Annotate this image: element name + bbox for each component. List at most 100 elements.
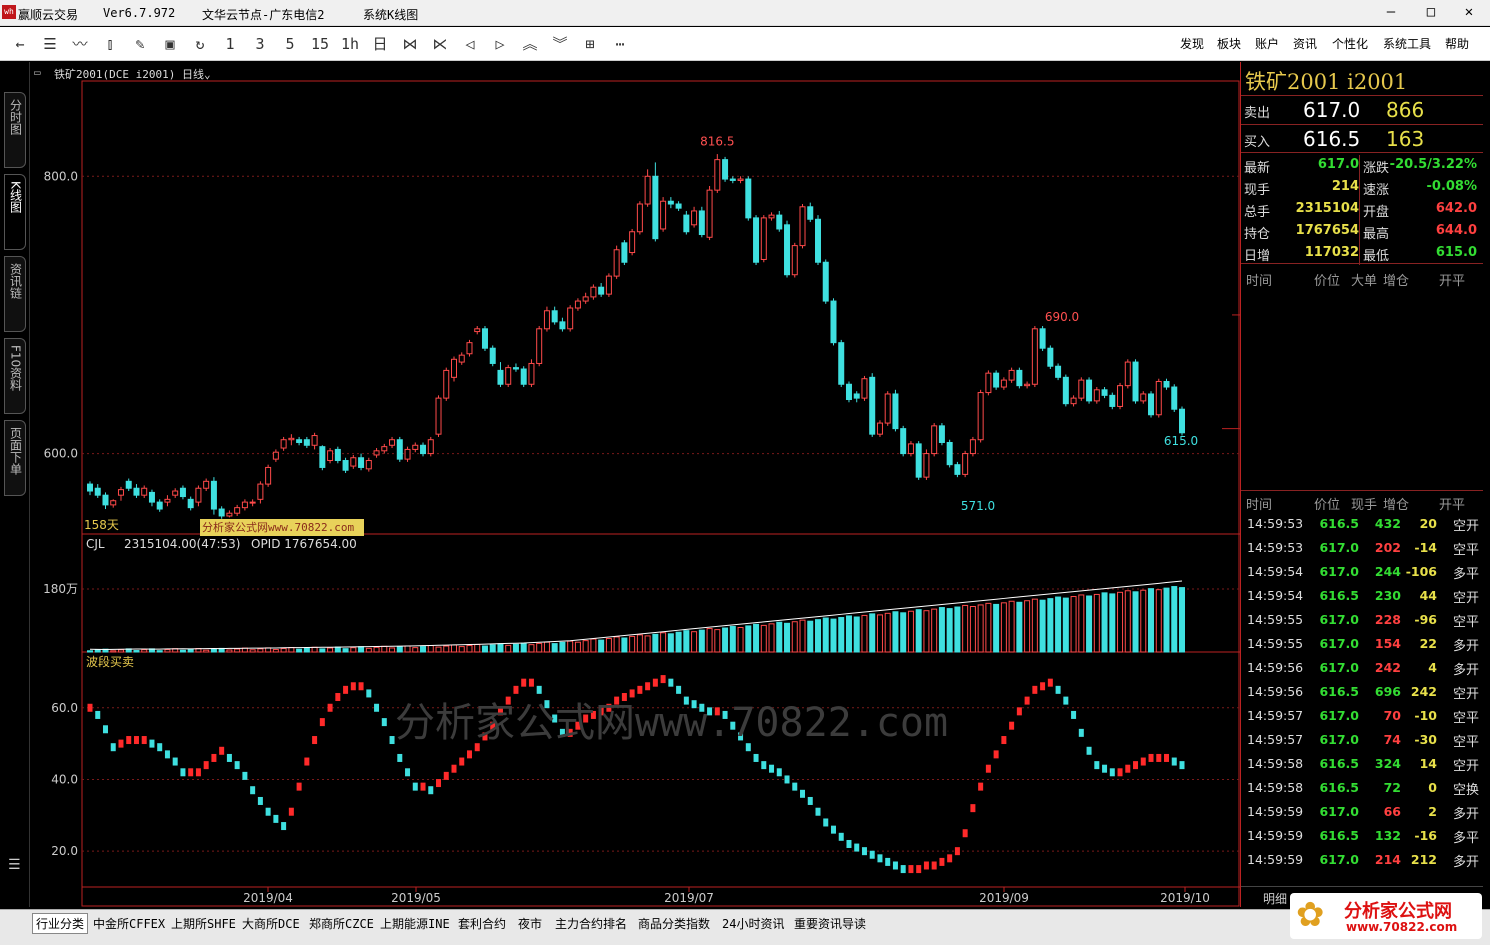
candle-body (613, 249, 620, 277)
wave-block (892, 861, 898, 870)
candle-body (853, 393, 860, 399)
volume-bar (915, 609, 922, 653)
bottom-tab[interactable]: 大商所DCE (242, 915, 300, 932)
bottom-tab[interactable]: 上期能源INE (380, 915, 450, 932)
candle-body (117, 489, 124, 496)
candle-body (722, 159, 729, 180)
candle-body (714, 159, 721, 191)
menu-account[interactable]: 账户 (1255, 35, 1279, 52)
maximize-icon[interactable]: □ (1420, 2, 1442, 22)
bottom-tab[interactable]: 24小时资讯 (722, 915, 784, 932)
candle-body (629, 231, 636, 254)
candles (87, 154, 1185, 519)
stat-label: 速涨 (1363, 183, 1390, 198)
tick-time: 14:59:56 (1247, 660, 1304, 675)
bottom-tab[interactable]: 重要资讯导读 (794, 915, 866, 932)
buy-volume: 163 (1386, 127, 1425, 151)
volume-bar (458, 646, 465, 653)
volume-bar (977, 604, 984, 653)
candle-body (474, 328, 481, 333)
volume-bar (993, 603, 1000, 653)
tick-row: 14:59:53 616.5 432 20 空开 (1241, 512, 1483, 536)
close-icon[interactable]: ✕ (1458, 2, 1480, 22)
scroll-right-icon[interactable]: ▷ (490, 33, 510, 55)
tick-type: 空开 (1453, 759, 1480, 774)
kline-chart[interactable]: 800.0 600.0 816.5 690.0 571.0 615.0 158天 CJL 231… (0, 62, 1240, 907)
down-icon[interactable]: ︾ (550, 33, 570, 55)
bottom-tab[interactable]: 套利合约 (458, 915, 506, 932)
layout-icon[interactable]: ⊞ (580, 33, 600, 55)
tick-time: 14:59:54 (1247, 588, 1304, 603)
volume-bar (1062, 597, 1069, 653)
wave-block (459, 757, 465, 766)
minimize-icon[interactable]: – (1380, 2, 1402, 22)
candle-body (559, 321, 566, 330)
candle-body (1124, 361, 1131, 387)
wave-block (528, 678, 534, 687)
bottom-tab[interactable]: 主力合约排名 (555, 915, 627, 932)
candle-body (590, 286, 597, 298)
tick-row: 14:59:58 616.5 324 14 空开 (1241, 752, 1483, 776)
volume-bar (582, 640, 589, 653)
menu-discover[interactable]: 发现 (1180, 35, 1204, 52)
refresh-icon[interactable]: ↻ (190, 33, 210, 55)
menu-personalize[interactable]: 个性化 (1332, 35, 1368, 52)
period-1-button[interactable]: 1 (220, 33, 240, 55)
wave-block (188, 768, 194, 777)
app-version: Ver6.7.972 (103, 6, 176, 20)
period-3-button[interactable]: 3 (250, 33, 270, 55)
candle-body (869, 376, 876, 435)
bottom-tab[interactable]: 商品分类指数 (638, 915, 710, 932)
list-icon[interactable]: ☰ (40, 33, 60, 55)
candle-body (1117, 385, 1124, 407)
tick-volume: 70 (1383, 708, 1401, 723)
column-header: 价位 (1314, 274, 1341, 289)
menu-help[interactable]: 帮助 (1445, 35, 1469, 52)
menu-news[interactable]: 资讯 (1293, 35, 1317, 52)
scroll-left-icon[interactable]: ◁ (460, 33, 480, 55)
more-icon[interactable]: ⋯ (610, 33, 630, 55)
detail-tab[interactable]: 明细 (1263, 890, 1287, 907)
up-icon[interactable]: ︽ (520, 33, 540, 55)
back-icon[interactable]: ← (10, 33, 30, 55)
tick-volume: 244 (1374, 564, 1401, 579)
bottom-tab[interactable]: 上期所SHFE (171, 915, 236, 932)
zoom-out-icon[interactable]: ⋉ (430, 33, 450, 55)
tick-row: 14:59:55 617.0 228 -96 空平 (1241, 608, 1483, 632)
wave-axis-label: 60.0 (51, 701, 78, 715)
wave-block (1071, 710, 1077, 719)
volume-bar (311, 646, 318, 653)
zoom-in-icon[interactable]: ⋈ (400, 33, 420, 55)
wave-block (652, 678, 658, 687)
period-1h-button[interactable]: 1h (340, 33, 360, 55)
tick-row: 14:59:59 616.5 132 -16 多平 (1241, 824, 1483, 848)
stat-label: 涨跌 (1363, 161, 1390, 176)
bottom-tab[interactable]: 行业分类 (32, 913, 89, 934)
save-icon[interactable]: ▣ (160, 33, 180, 55)
candle-body (838, 342, 845, 385)
candle-body (110, 500, 117, 506)
volume-bar (590, 638, 597, 653)
candle-body (1132, 361, 1139, 402)
period-5-button[interactable]: 5 (280, 33, 300, 55)
wave-block (908, 865, 914, 874)
bottom-tab[interactable]: 夜市 (518, 915, 542, 932)
stat-value: 1767654 (1295, 223, 1359, 238)
candle-icon[interactable]: ⫾ (100, 33, 120, 55)
wave-block (1109, 768, 1115, 777)
tick-oi-change: 22 (1419, 636, 1437, 651)
draw-icon[interactable]: ✎ (130, 33, 150, 55)
stat-label: 最新 (1244, 161, 1271, 176)
tick-price: 616.5 (1319, 828, 1359, 843)
bottom-tab[interactable]: 中金所CFFEX (93, 915, 165, 932)
period-15-button[interactable]: 15 (310, 33, 330, 55)
stat-value: 2315104 (1295, 201, 1359, 216)
tick-price: 617.0 (1319, 804, 1359, 819)
candle-body (141, 487, 148, 496)
menu-sector[interactable]: 板块 (1217, 35, 1241, 52)
period-day-button[interactable]: 日 (370, 33, 390, 55)
menu-system-tools[interactable]: 系统工具 (1383, 35, 1431, 52)
tick-time: 14:59:59 (1247, 828, 1304, 843)
bottom-tab[interactable]: 郑商所CZCE (309, 915, 374, 932)
line-chart-icon[interactable]: 〰 (70, 33, 90, 55)
